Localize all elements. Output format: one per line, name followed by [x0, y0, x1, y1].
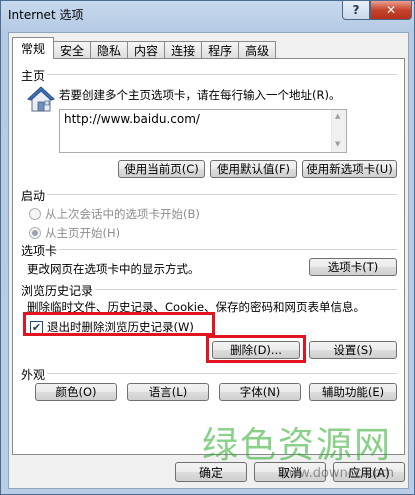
tab-security[interactable]: 安全 — [54, 41, 92, 59]
tab-programs[interactable]: 程序 — [202, 41, 240, 59]
use-default-button[interactable]: 使用默认值(F) — [210, 160, 297, 178]
watermark-logo-text: 绿色资源网 — [201, 425, 392, 466]
tab-content[interactable]: 内容 — [128, 41, 166, 59]
highlight-box-checkbox — [23, 312, 215, 336]
languages-button[interactable]: 语言(L) — [127, 383, 209, 401]
tab-general[interactable]: 常规 — [12, 37, 55, 59]
use-current-page-button[interactable]: 使用当前页(C) — [118, 160, 205, 178]
close-button[interactable]: ✕ — [370, 1, 412, 20]
appearance-divider — [47, 373, 397, 374]
tab-privacy[interactable]: 隐私 — [91, 41, 129, 59]
window-title: Internet 选项 — [8, 8, 84, 22]
radio-button[interactable] — [29, 208, 41, 220]
homepage-url-value: http://www.baidu.com/ — [64, 112, 200, 126]
help-button[interactable]: ? — [342, 1, 370, 20]
colors-button[interactable]: 颜色(O) — [35, 383, 117, 401]
tab-advanced[interactable]: 高级 — [239, 41, 277, 59]
homepage-group-label: 主页 — [21, 69, 46, 83]
startup-option-homepage[interactable]: 从主页开始(H) — [29, 225, 120, 241]
history-settings-button[interactable]: 设置(S) — [309, 341, 397, 359]
history-group-label: 浏览历史记录 — [21, 284, 94, 298]
url-scrollbar[interactable]: ▲ ▼ — [331, 110, 346, 152]
tab-connections[interactable]: 连接 — [165, 41, 203, 59]
tabs-group-label: 选项卡 — [21, 244, 58, 258]
use-new-tab-button[interactable]: 使用新选项卡(U) — [302, 160, 397, 178]
startup-option-label: 从主页开始(H) — [45, 226, 121, 240]
house-icon — [27, 85, 55, 113]
history-divider — [95, 289, 397, 290]
startup-group-label: 启动 — [21, 189, 46, 203]
tabs-divider — [59, 249, 397, 250]
homepage-divider — [47, 74, 397, 75]
scroll-up-icon[interactable]: ▲ — [335, 112, 340, 120]
appearance-group-label: 外观 — [21, 368, 46, 382]
startup-option-label: 从上次会话中的选项卡开始(B) — [45, 207, 200, 221]
homepage-hint: 若要创建多个主页选项卡，请在每行输入一个地址(R)。 — [59, 88, 341, 102]
scroll-down-icon[interactable]: ▼ — [335, 140, 340, 148]
homepage-url-textarea[interactable]: http://www.baidu.com/ ▲ ▼ — [59, 109, 347, 153]
general-tab-panel: 主页 若要创建多个主页选项卡，请在每行输入一个地址(R)。 http://www… — [12, 58, 405, 455]
fonts-button[interactable]: 字体(N) — [219, 383, 301, 401]
tab-strip: 常规 安全 隐私 内容 连接 程序 高级 — [12, 37, 277, 59]
tabs-description: 更改网页在选项卡中的显示方式。 — [27, 262, 200, 276]
startup-divider — [47, 194, 397, 195]
radio-button-selected[interactable] — [29, 227, 41, 239]
tabs-settings-button[interactable]: 选项卡(T) — [309, 258, 397, 276]
internet-options-window: Internet 选项 ? ✕ 常规 安全 隐私 内容 连接 程序 高级 主页 — [0, 0, 415, 495]
highlight-box-delete — [206, 335, 306, 363]
startup-option-last-session[interactable]: 从上次会话中的选项卡开始(B) — [29, 206, 200, 222]
watermark-url-text: www.downcc.com — [277, 466, 394, 481]
accessibility-button[interactable]: 辅助功能(E) — [309, 383, 397, 401]
